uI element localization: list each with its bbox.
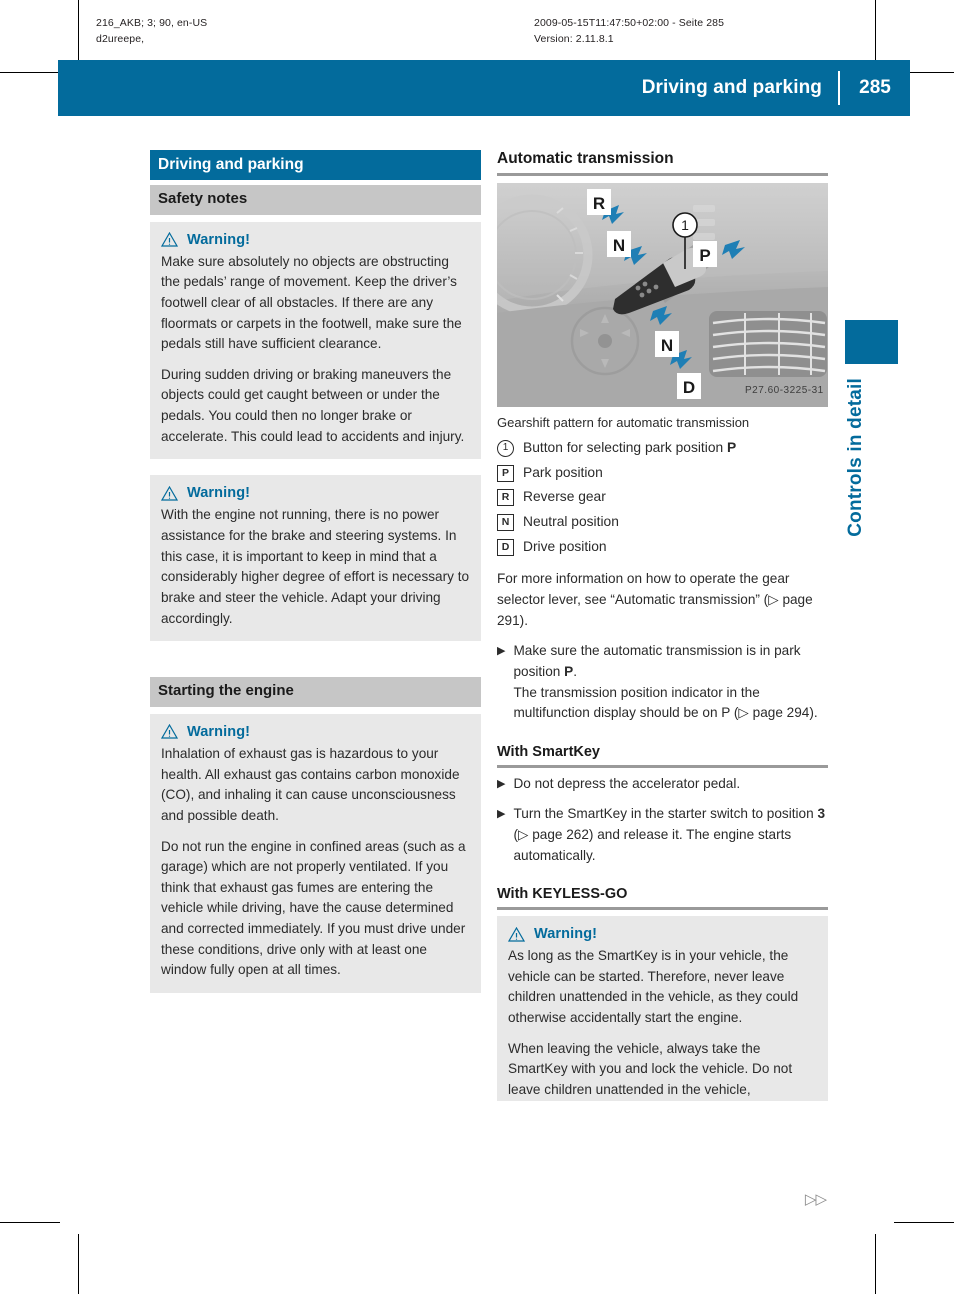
legend-item: R Reverse gear (497, 487, 828, 508)
legend-item: D Drive position (497, 537, 828, 558)
warning-paragraph: Inhalation of exhaust gas is hazardous t… (161, 745, 460, 823)
figure-gearshift-pattern: 1 R N P N D P27.60-3225-31 Gearshift pat… (497, 182, 828, 432)
crop-mark-top-left-horizontal (0, 72, 60, 73)
crop-mark-bottom-left-vertical (78, 1234, 79, 1294)
warning-header: Warning! (508, 926, 817, 942)
intro-paragraph: For more information on how to operate t… (497, 571, 813, 628)
warning-header: Warning! (161, 485, 470, 501)
warning-header: Warning! (161, 724, 470, 740)
step-text-extra: The transmission position indicator in t… (513, 684, 818, 721)
legend-marker-box-p: P (497, 464, 514, 482)
heading-with-smartkey: With SmartKey (497, 744, 828, 768)
left-column: Driving and parking Safety notes Warning… (150, 150, 481, 1009)
warning-box-pedals: Warning! Make sure absolutely no objects… (150, 221, 481, 460)
step-turn-smartkey: ▶ Turn the SmartKey in the starter switc… (497, 804, 828, 866)
legend-marker-box-d: D (497, 538, 514, 556)
figure-legend: 1 Button for selecting park position P P… (497, 438, 828, 557)
doc-id-line: 216_AKB; 3; 90, en-US (96, 17, 208, 29)
crop-mark-bottom-left-horizontal (0, 1222, 60, 1223)
step-park-position: ▶ Make sure the automatic transmission i… (497, 641, 828, 724)
legend-marker-box-r: R (497, 489, 514, 507)
doc-user-line: d2ureepe, (96, 32, 145, 45)
warning-paragraph: When leaving the vehicle, always take th… (508, 1040, 793, 1097)
right-column: Automatic transmission 1 R N P N D P27.6… (497, 150, 828, 1117)
step-text-bold: 3 (817, 806, 826, 822)
step-text-part: . (573, 664, 577, 680)
svg-text:D: D (683, 378, 695, 397)
doc-version-line: Version: 2.11.8.1 (534, 32, 614, 45)
chapter-thumb-tab: Controls in detail (845, 320, 898, 537)
warning-triangle-icon (161, 232, 178, 247)
warning-paragraph: With the engine not running, there is no… (161, 507, 470, 626)
legend-item-text: Button for selecting park position (523, 440, 728, 455)
step-bullet-icon: ▶ (497, 645, 506, 658)
warning-triangle-icon (508, 926, 525, 942)
warning-title: Warning! (187, 485, 251, 502)
section-heading-starting-the-engine: Starting the engine (150, 677, 481, 707)
warning-box-exhaust-gas: Warning! Inhalation of exhaust gas is ha… (150, 713, 481, 994)
page-header-title: Driving and parking (641, 77, 822, 98)
legend-item: N Neutral position (497, 512, 828, 533)
continuation-marker: ▷▷ (804, 1191, 827, 1208)
legend-item: P Park position (497, 463, 828, 484)
step-text-part: Make sure the automatic transmission is … (513, 643, 801, 680)
figure-part-number: P27.60-3225-31 (745, 385, 824, 396)
step-text-part: Turn the SmartKey in the starter switch … (513, 806, 818, 822)
warning-box-keyless-go: Warning! As long as the SmartKey is in y… (497, 916, 828, 1101)
legend-item-label: Neutral position (523, 514, 619, 530)
document-meta-right: 2009-05-15T11:47:50+02:00 - Seite 285 Ve… (534, 16, 724, 48)
svg-text:N: N (613, 236, 625, 255)
step-bullet-icon: ▶ (497, 777, 506, 790)
warning-triangle-icon (161, 485, 178, 501)
warning-title: Warning! (534, 926, 598, 942)
warning-header: Warning! (161, 232, 470, 248)
heading-automatic-transmission: Automatic transmission (497, 150, 828, 176)
legend-item-label: Reverse gear (523, 489, 606, 505)
section-heading-safety-notes: Safety notes (150, 185, 481, 215)
svg-text:P: P (699, 246, 710, 265)
gearshift-photo: 1 R N P N D P27.60-3225-31 (497, 182, 828, 407)
step-bullet-icon: ▶ (497, 808, 506, 821)
step-text: Make sure the automatic transmission is … (513, 641, 828, 724)
page-number: 285 (859, 77, 891, 98)
warning-title: Warning! (187, 723, 251, 740)
heading-with-keyless-go: With KEYLESS-GO (497, 886, 828, 910)
crop-mark-top-left-vertical (78, 0, 79, 60)
crop-mark-bottom-right-horizontal (894, 1222, 954, 1223)
page-header-bar: Driving and parking 285 (58, 60, 910, 116)
step-accelerator-pedal: ▶ Do not depress the accelerator pedal. (497, 774, 828, 795)
crop-mark-top-right-vertical (875, 0, 876, 60)
warning-triangle-icon (161, 724, 178, 739)
warning-paragraph: Do not run the engine in confined areas … (161, 838, 466, 978)
svg-text:1: 1 (681, 217, 689, 233)
step-text-bold: P (564, 664, 574, 680)
legend-item-label: Drive position (523, 538, 607, 554)
step-text-part: (▷ page 262) and release it. The engine … (513, 827, 792, 863)
svg-text:R: R (593, 194, 605, 213)
step-text: Do not depress the accelerator pedal. (513, 775, 741, 791)
legend-item-label: Park position (523, 464, 603, 480)
svg-text:N: N (661, 336, 673, 355)
crop-mark-bottom-right-vertical (875, 1234, 876, 1294)
legend-item-label: Button for selecting park position P (523, 438, 736, 459)
thumb-tab-block (845, 320, 898, 364)
doc-timestamp-line: 2009-05-15T11:47:50+02:00 - Seite 285 (534, 17, 725, 29)
warning-paragraph: During sudden driving or braking maneuve… (161, 366, 465, 444)
step-text: Turn the SmartKey in the starter switch … (513, 804, 828, 866)
figure-caption: Gearshift pattern for automatic transmis… (497, 414, 750, 430)
chapter-heading: Driving and parking (150, 150, 481, 181)
document-meta-left: 216_AKB; 3; 90, en-US d2ureepe, (96, 16, 207, 48)
thumb-tab-label: Controls in detail (845, 378, 866, 537)
warning-box-engine-off: Warning! With the engine not running, th… (150, 475, 481, 642)
warning-paragraph: As long as the SmartKey is in your vehic… (508, 948, 799, 1025)
legend-marker-box-n: N (497, 513, 514, 531)
legend-item: 1 Button for selecting park position P (497, 438, 828, 459)
warning-title: Warning! (187, 231, 251, 248)
warning-paragraph: Make sure absolutely no objects are obst… (161, 253, 462, 352)
legend-item-bold: P (727, 440, 737, 455)
legend-marker-circle-1: 1 (497, 439, 514, 457)
